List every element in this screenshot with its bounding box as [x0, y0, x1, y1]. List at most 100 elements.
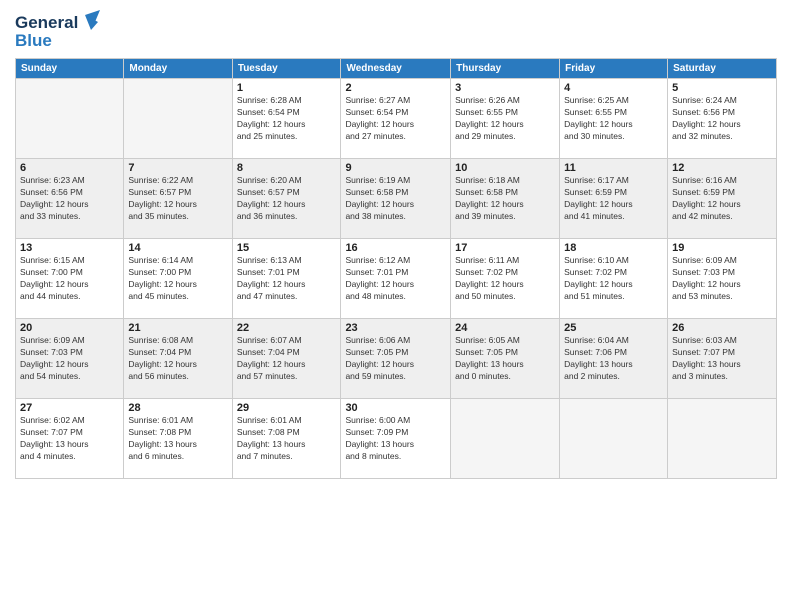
day-cell: 17Sunrise: 6:11 AM Sunset: 7:02 PM Dayli… — [451, 239, 560, 319]
day-cell: 23Sunrise: 6:06 AM Sunset: 7:05 PM Dayli… — [341, 319, 451, 399]
day-number: 26 — [672, 322, 772, 334]
day-cell — [16, 79, 124, 159]
day-cell: 29Sunrise: 6:01 AM Sunset: 7:08 PM Dayli… — [232, 399, 341, 479]
weekday-header-thursday: Thursday — [451, 59, 560, 79]
day-number: 15 — [237, 242, 337, 254]
header: GeneralBlue — [15, 10, 777, 50]
day-number: 22 — [237, 322, 337, 334]
day-info: Sunrise: 6:14 AM Sunset: 7:00 PM Dayligh… — [128, 255, 227, 303]
day-cell: 27Sunrise: 6:02 AM Sunset: 7:07 PM Dayli… — [16, 399, 124, 479]
day-number: 17 — [455, 242, 555, 254]
day-info: Sunrise: 6:09 AM Sunset: 7:03 PM Dayligh… — [20, 335, 119, 383]
day-cell: 5Sunrise: 6:24 AM Sunset: 6:56 PM Daylig… — [668, 79, 777, 159]
day-info: Sunrise: 6:01 AM Sunset: 7:08 PM Dayligh… — [128, 415, 227, 463]
day-cell — [451, 399, 560, 479]
day-cell: 21Sunrise: 6:08 AM Sunset: 7:04 PM Dayli… — [124, 319, 232, 399]
logo-svg: GeneralBlue — [15, 10, 105, 50]
logo: GeneralBlue — [15, 10, 105, 50]
day-cell — [668, 399, 777, 479]
weekday-header-monday: Monday — [124, 59, 232, 79]
weekday-header-friday: Friday — [560, 59, 668, 79]
day-number: 28 — [128, 402, 227, 414]
day-number: 23 — [345, 322, 446, 334]
day-info: Sunrise: 6:01 AM Sunset: 7:08 PM Dayligh… — [237, 415, 337, 463]
day-info: Sunrise: 6:11 AM Sunset: 7:02 PM Dayligh… — [455, 255, 555, 303]
day-info: Sunrise: 6:28 AM Sunset: 6:54 PM Dayligh… — [237, 95, 337, 143]
day-info: Sunrise: 6:10 AM Sunset: 7:02 PM Dayligh… — [564, 255, 663, 303]
day-number: 7 — [128, 162, 227, 174]
day-number: 5 — [672, 82, 772, 94]
day-number: 24 — [455, 322, 555, 334]
day-number: 19 — [672, 242, 772, 254]
day-number: 11 — [564, 162, 663, 174]
weekday-header-row: SundayMondayTuesdayWednesdayThursdayFrid… — [16, 59, 777, 79]
svg-text:Blue: Blue — [15, 31, 52, 50]
week-row-5: 27Sunrise: 6:02 AM Sunset: 7:07 PM Dayli… — [16, 399, 777, 479]
day-cell: 15Sunrise: 6:13 AM Sunset: 7:01 PM Dayli… — [232, 239, 341, 319]
day-cell: 11Sunrise: 6:17 AM Sunset: 6:59 PM Dayli… — [560, 159, 668, 239]
day-info: Sunrise: 6:04 AM Sunset: 7:06 PM Dayligh… — [564, 335, 663, 383]
day-cell: 6Sunrise: 6:23 AM Sunset: 6:56 PM Daylig… — [16, 159, 124, 239]
day-cell: 10Sunrise: 6:18 AM Sunset: 6:58 PM Dayli… — [451, 159, 560, 239]
day-info: Sunrise: 6:08 AM Sunset: 7:04 PM Dayligh… — [128, 335, 227, 383]
day-cell: 20Sunrise: 6:09 AM Sunset: 7:03 PM Dayli… — [16, 319, 124, 399]
day-cell: 16Sunrise: 6:12 AM Sunset: 7:01 PM Dayli… — [341, 239, 451, 319]
weekday-header-saturday: Saturday — [668, 59, 777, 79]
day-number: 14 — [128, 242, 227, 254]
week-row-4: 20Sunrise: 6:09 AM Sunset: 7:03 PM Dayli… — [16, 319, 777, 399]
day-cell: 24Sunrise: 6:05 AM Sunset: 7:05 PM Dayli… — [451, 319, 560, 399]
day-info: Sunrise: 6:19 AM Sunset: 6:58 PM Dayligh… — [345, 175, 446, 223]
day-number: 9 — [345, 162, 446, 174]
day-info: Sunrise: 6:13 AM Sunset: 7:01 PM Dayligh… — [237, 255, 337, 303]
day-info: Sunrise: 6:15 AM Sunset: 7:00 PM Dayligh… — [20, 255, 119, 303]
svg-text:General: General — [15, 13, 78, 32]
day-number: 10 — [455, 162, 555, 174]
day-info: Sunrise: 6:02 AM Sunset: 7:07 PM Dayligh… — [20, 415, 119, 463]
day-cell — [560, 399, 668, 479]
day-info: Sunrise: 6:20 AM Sunset: 6:57 PM Dayligh… — [237, 175, 337, 223]
day-info: Sunrise: 6:16 AM Sunset: 6:59 PM Dayligh… — [672, 175, 772, 223]
day-cell: 25Sunrise: 6:04 AM Sunset: 7:06 PM Dayli… — [560, 319, 668, 399]
day-info: Sunrise: 6:26 AM Sunset: 6:55 PM Dayligh… — [455, 95, 555, 143]
day-cell: 22Sunrise: 6:07 AM Sunset: 7:04 PM Dayli… — [232, 319, 341, 399]
day-cell: 28Sunrise: 6:01 AM Sunset: 7:08 PM Dayli… — [124, 399, 232, 479]
day-number: 13 — [20, 242, 119, 254]
day-number: 18 — [564, 242, 663, 254]
day-cell: 13Sunrise: 6:15 AM Sunset: 7:00 PM Dayli… — [16, 239, 124, 319]
day-number: 16 — [345, 242, 446, 254]
day-cell: 8Sunrise: 6:20 AM Sunset: 6:57 PM Daylig… — [232, 159, 341, 239]
day-number: 3 — [455, 82, 555, 94]
day-info: Sunrise: 6:03 AM Sunset: 7:07 PM Dayligh… — [672, 335, 772, 383]
day-number: 6 — [20, 162, 119, 174]
week-row-3: 13Sunrise: 6:15 AM Sunset: 7:00 PM Dayli… — [16, 239, 777, 319]
day-cell: 2Sunrise: 6:27 AM Sunset: 6:54 PM Daylig… — [341, 79, 451, 159]
day-number: 2 — [345, 82, 446, 94]
weekday-header-sunday: Sunday — [16, 59, 124, 79]
day-cell: 30Sunrise: 6:00 AM Sunset: 7:09 PM Dayli… — [341, 399, 451, 479]
day-cell: 1Sunrise: 6:28 AM Sunset: 6:54 PM Daylig… — [232, 79, 341, 159]
day-info: Sunrise: 6:05 AM Sunset: 7:05 PM Dayligh… — [455, 335, 555, 383]
day-number: 25 — [564, 322, 663, 334]
day-info: Sunrise: 6:00 AM Sunset: 7:09 PM Dayligh… — [345, 415, 446, 463]
week-row-1: 1Sunrise: 6:28 AM Sunset: 6:54 PM Daylig… — [16, 79, 777, 159]
day-cell — [124, 79, 232, 159]
day-info: Sunrise: 6:27 AM Sunset: 6:54 PM Dayligh… — [345, 95, 446, 143]
weekday-header-wednesday: Wednesday — [341, 59, 451, 79]
day-cell: 3Sunrise: 6:26 AM Sunset: 6:55 PM Daylig… — [451, 79, 560, 159]
day-info: Sunrise: 6:22 AM Sunset: 6:57 PM Dayligh… — [128, 175, 227, 223]
day-info: Sunrise: 6:12 AM Sunset: 7:01 PM Dayligh… — [345, 255, 446, 303]
day-cell: 26Sunrise: 6:03 AM Sunset: 7:07 PM Dayli… — [668, 319, 777, 399]
day-number: 4 — [564, 82, 663, 94]
day-cell: 18Sunrise: 6:10 AM Sunset: 7:02 PM Dayli… — [560, 239, 668, 319]
day-cell: 14Sunrise: 6:14 AM Sunset: 7:00 PM Dayli… — [124, 239, 232, 319]
day-cell: 4Sunrise: 6:25 AM Sunset: 6:55 PM Daylig… — [560, 79, 668, 159]
day-info: Sunrise: 6:25 AM Sunset: 6:55 PM Dayligh… — [564, 95, 663, 143]
day-number: 1 — [237, 82, 337, 94]
weekday-header-tuesday: Tuesday — [232, 59, 341, 79]
day-info: Sunrise: 6:24 AM Sunset: 6:56 PM Dayligh… — [672, 95, 772, 143]
day-number: 27 — [20, 402, 119, 414]
day-number: 21 — [128, 322, 227, 334]
day-number: 12 — [672, 162, 772, 174]
day-number: 8 — [237, 162, 337, 174]
day-cell: 12Sunrise: 6:16 AM Sunset: 6:59 PM Dayli… — [668, 159, 777, 239]
